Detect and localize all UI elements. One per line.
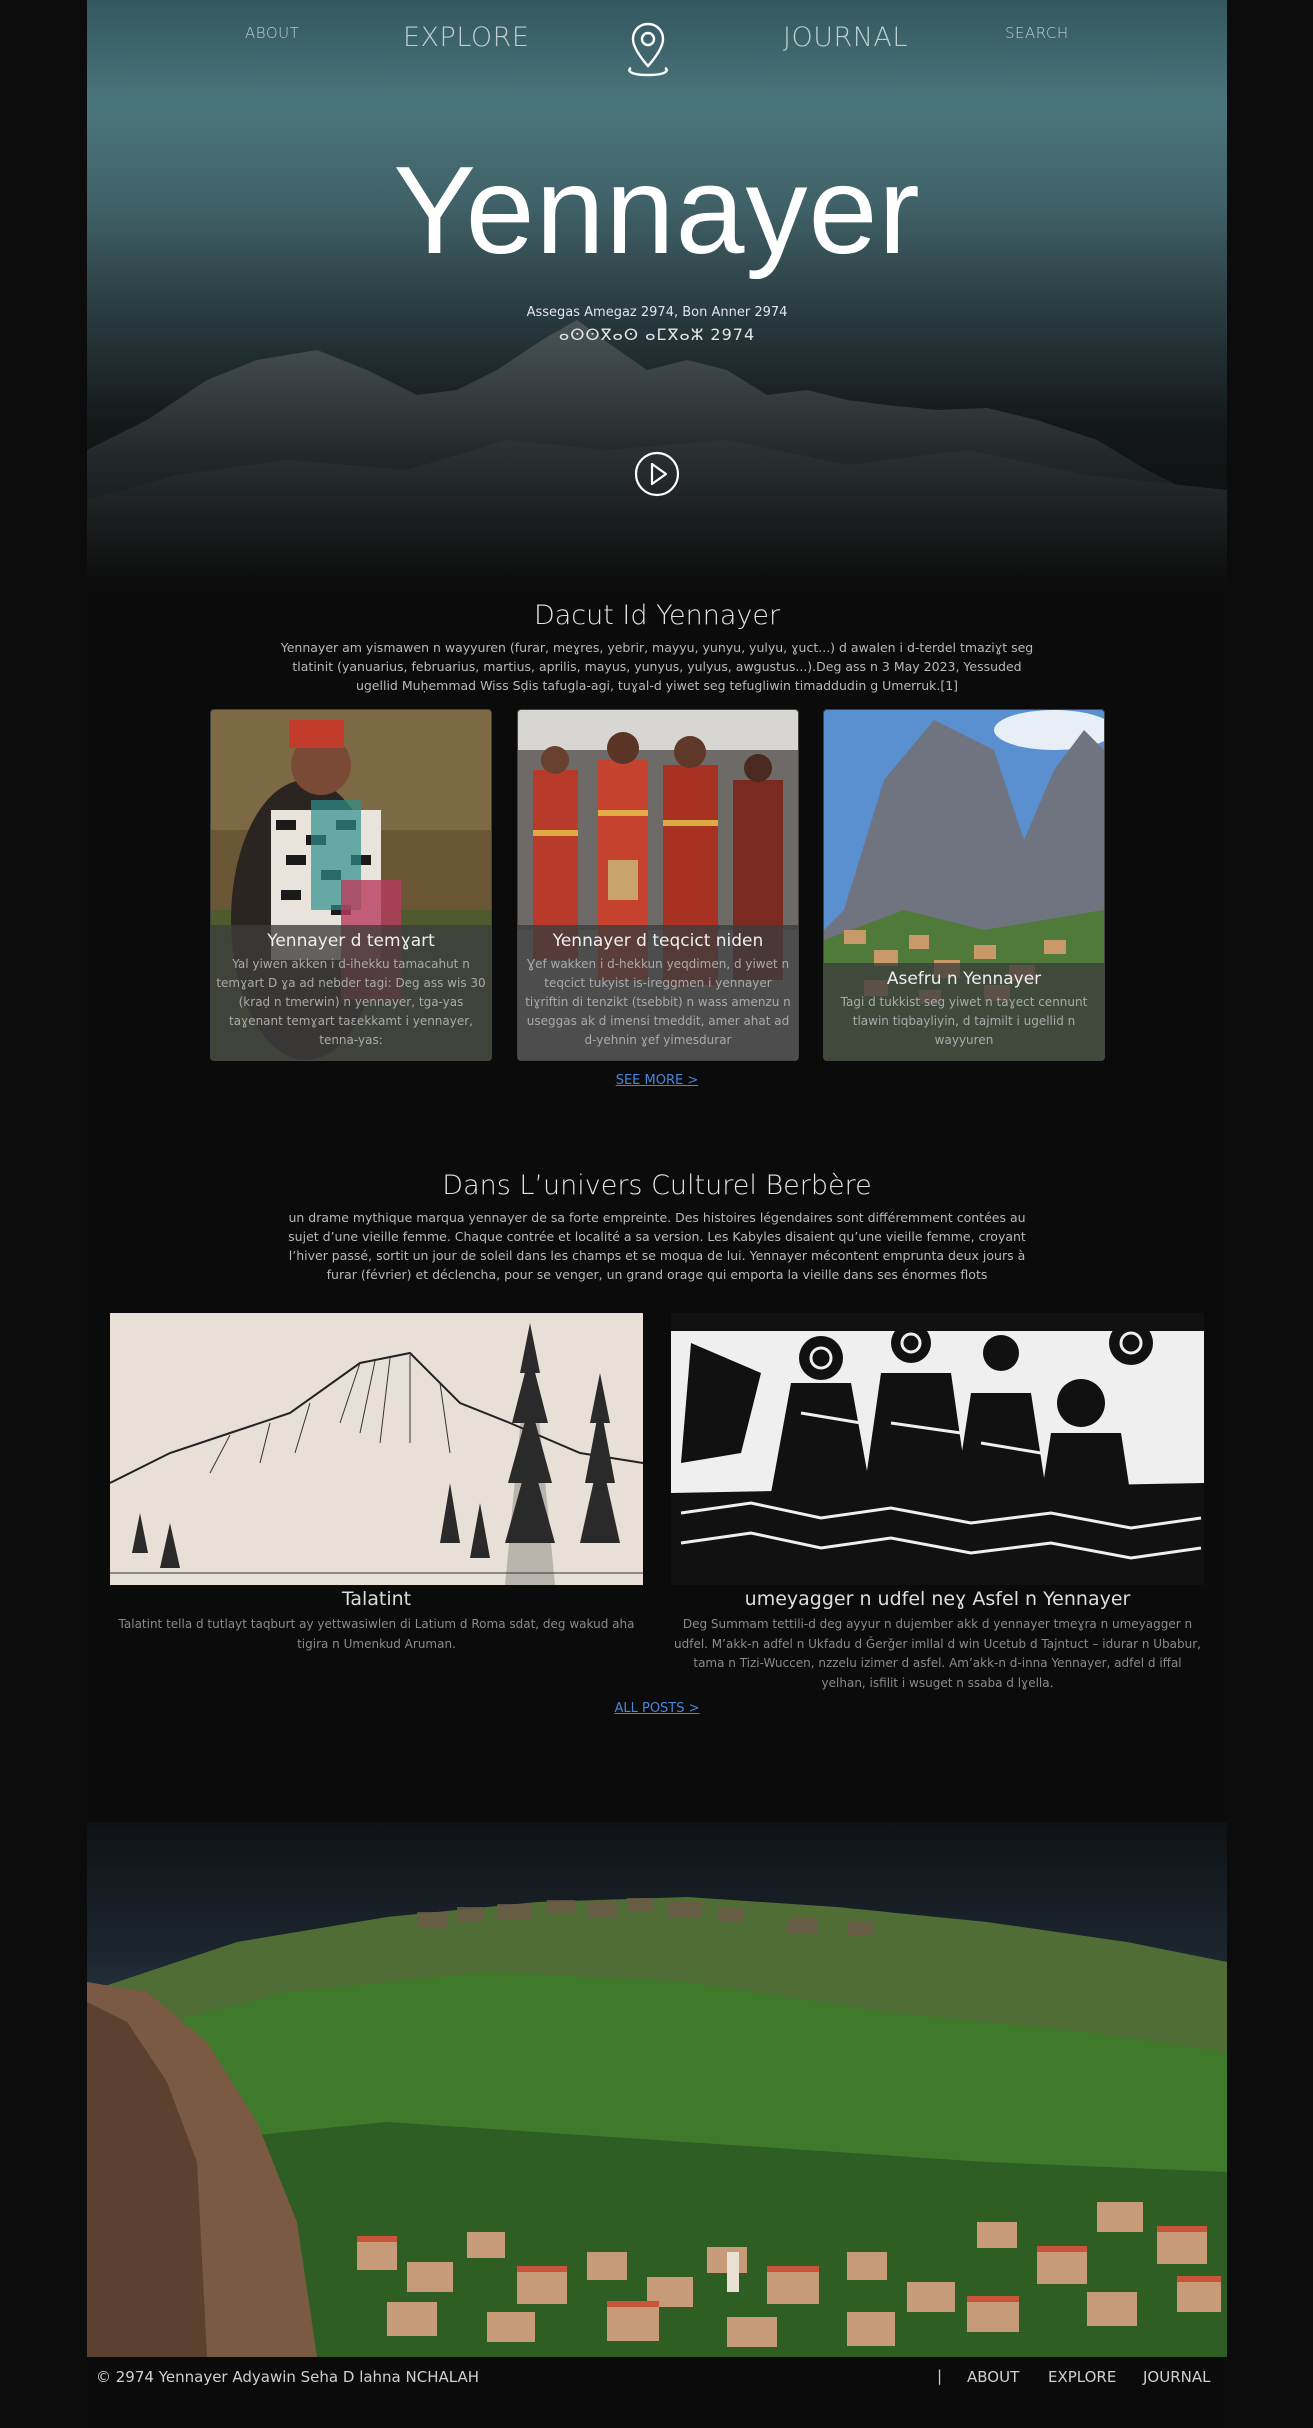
footer-link-about[interactable]: ABOUT (967, 2368, 1019, 2386)
hero-subtitle-tifinagh: ⴰⵙⵙⴳⴰⵙ ⴰⵎⴳⴰⵣ 2974 (558, 325, 756, 344)
section1-title: Dacut Id Yennayer (533, 600, 781, 631)
nav-search[interactable]: SEARCH (1005, 24, 1069, 42)
nav-about[interactable]: ABOUT (245, 24, 299, 42)
play-icon[interactable] (633, 450, 681, 498)
post-image-sketch-mountains[interactable] (110, 1313, 643, 1585)
post-text-asfel: Deg Summam tettili-d deg ayyur n dujembe… (674, 1617, 1201, 1690)
card-asefru-yennayer[interactable]: Asefru n Yennayer Tagi d tukkist seg yiw… (823, 709, 1105, 1061)
post-text-talatint: Talatint tella d tutlayt taqburt ay yett… (118, 1617, 635, 1651)
hero-section: ABOUT EXPLORE JOURNAL SEARCH Yennayer As… (87, 0, 1227, 590)
footer-link-journal[interactable]: JOURNAL (1143, 2368, 1210, 2386)
section2-title: Dans L’univers Culturel Berbère (442, 1170, 872, 1201)
see-more-link[interactable]: SEE MORE > (87, 1073, 1227, 1088)
card-title: Asefru n Yennayer (886, 969, 1042, 989)
card-text: Tagi d tukkist seg yiwet n taɣect cennun… (840, 995, 1088, 1047)
card-overlay: Yennayer d temɣart Yal yiwen akken i d-i… (211, 925, 491, 1060)
footer: © 2974 Yennayer Adyawin Seha D lahna NCH… (87, 2357, 1227, 2397)
post-title-asfel[interactable]: umeyagger n udfel neɣ Asfel n Yennayer (671, 1588, 1204, 1610)
hero-title: Yennayer (393, 142, 921, 280)
footer-copyright: © 2974 Yennayer Adyawin Seha D lahna NCH… (96, 2368, 479, 2386)
map-pin-icon[interactable] (617, 18, 679, 80)
footer-link-explore[interactable]: EXPLORE (1048, 2368, 1116, 2386)
all-posts-link[interactable]: ALL POSTS > (87, 1701, 1227, 1716)
nav-journal[interactable]: JOURNAL (783, 22, 908, 53)
card-text: Yal yiwen akken i d-ihekku tamacahut n t… (216, 957, 486, 1047)
card-title: Yennayer d temɣart (267, 931, 435, 951)
card-overlay: Yennayer d teqcict niden Ɣef wakken i d-… (518, 925, 798, 1060)
card-yennayer-temgart[interactable]: Yennayer d temɣart Yal yiwen akken i d-i… (210, 709, 492, 1061)
footer-separator: | (937, 2367, 943, 2385)
post-image-woodcut[interactable] (671, 1313, 1204, 1585)
village-landscape-image (87, 1822, 1227, 2357)
card-text: Ɣef wakken i d-hekkun yeqdimen, d yiwet … (525, 957, 791, 1047)
card-yennayer-teqcict[interactable]: Yennayer d teqcict niden Ɣef wakken i d-… (517, 709, 799, 1061)
card-overlay: Asefru n Yennayer Tagi d tukkist seg yiw… (824, 963, 1104, 1060)
section2-text: un drame mythique marqua yennayer de sa … (288, 1210, 1026, 1282)
card-title: Yennayer d teqcict niden (552, 931, 764, 951)
post-title-talatint[interactable]: Talatint (110, 1588, 643, 1610)
hero-subtitle-latin: Assegas Amegaz 2974, Bon Anner 2974 (526, 305, 788, 320)
section1-text: Yennayer am yismawen n wayyuren (furar, … (280, 640, 1034, 693)
page: ABOUT EXPLORE JOURNAL SEARCH Yennayer As… (87, 0, 1227, 2428)
nav-explore[interactable]: EXPLORE (403, 22, 530, 53)
